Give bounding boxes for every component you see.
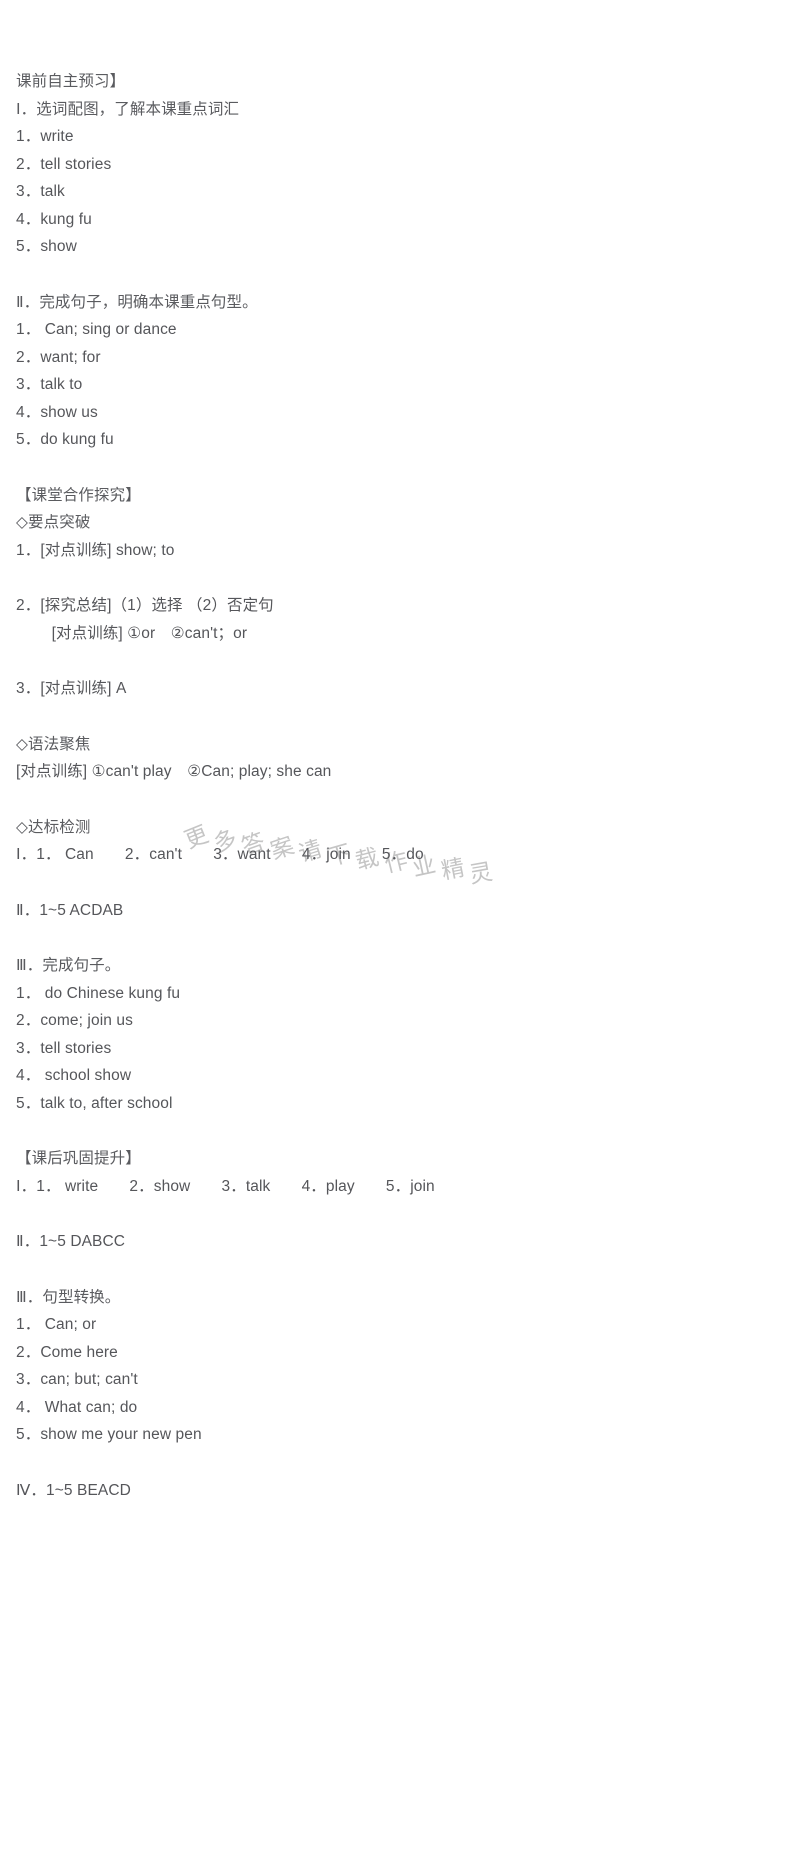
answer-item: 4． school show	[16, 1067, 132, 1084]
answer-item: [对点训练] ①or ②can't；or	[16, 624, 248, 642]
answer-item: 3．[对点训练] A	[16, 680, 127, 697]
answer-item: 2．tell stories	[16, 155, 112, 173]
subsection-label-complete-sentences: Ⅲ．完成句子。	[16, 957, 121, 974]
answer-item: 2．[探究总结]（1）选择 （2）否定句	[16, 597, 274, 614]
answer-item: Ⅰ．1． Can 2．can't 3．want 4．join 5．do	[16, 846, 424, 863]
answer-item: 3．talk to	[16, 376, 83, 393]
section-heading-after-class: 【课后巩固提升】	[16, 1150, 141, 1167]
section-heading-pre-class: 课前自主预习】	[16, 73, 126, 90]
answer-item: 5．show	[16, 238, 77, 255]
answer-item: 2．want; for	[16, 348, 101, 366]
subsection-label-key-points: ◇要点突破	[16, 514, 91, 531]
answer-item: 1． Can; or	[16, 1316, 97, 1333]
answer-item: 3．tell stories	[16, 1039, 112, 1057]
answer-item: 3．can; but; can't	[16, 1371, 138, 1388]
answer-item: [对点训练] ①can't play ②Can; play; she can	[16, 763, 332, 780]
answer-item: 1．write	[16, 128, 74, 145]
answer-item: 2．come; join us	[16, 1012, 133, 1029]
block-label-after-part-4: Ⅳ．1~5 BEACD	[16, 1481, 131, 1499]
answer-item: 1．[对点训练] show; to	[16, 541, 175, 559]
answer-item: 5．show me your new pen	[16, 1426, 202, 1443]
answer-item: 4．show us	[16, 403, 98, 421]
section-heading-in-class: 【课堂合作探究】	[16, 486, 141, 504]
answer-item: 4．kung fu	[16, 210, 92, 228]
subsection-label-standard-test: ◇达标检测	[16, 818, 91, 836]
answer-item: 3．talk	[16, 183, 65, 200]
subsection-label-grammar-focus: ◇语法聚焦	[16, 735, 91, 753]
document-body: 课前自主预习】 Ⅰ．选词配图，了解本课重点词汇 1．write 2．tell s…	[0, 0, 800, 1504]
answer-item: 2．Come here	[16, 1343, 118, 1361]
block-label-pre-part-2: Ⅱ．完成句子，明确本课重点句型。	[16, 293, 258, 311]
block-label-after-part-3: Ⅲ．句型转换。	[16, 1288, 121, 1306]
answer-item: Ⅱ．1~5 ACDAB	[16, 901, 124, 919]
answer-item: 4． What can; do	[16, 1398, 138, 1416]
answer-item: 1． do Chinese kung fu	[16, 984, 181, 1002]
answer-item: 5．do kung fu	[16, 431, 114, 448]
block-label-pre-part-1: Ⅰ．选词配图，了解本课重点词汇	[16, 100, 240, 118]
block-label-after-part-2: Ⅱ．1~5 DABCC	[16, 1233, 126, 1250]
answer-item: 1． Can; sing or dance	[16, 321, 177, 338]
block-label-after-part-1: Ⅰ．1． write 2．show 3．talk 4．play 5．join	[16, 1177, 435, 1195]
answer-sheet-page: 更多答案请下载作业精灵 课前自主预习】 Ⅰ．选词配图，了解本课重点词汇 1．wr…	[0, 0, 800, 1867]
answer-item: 5．talk to, after school	[16, 1094, 173, 1112]
